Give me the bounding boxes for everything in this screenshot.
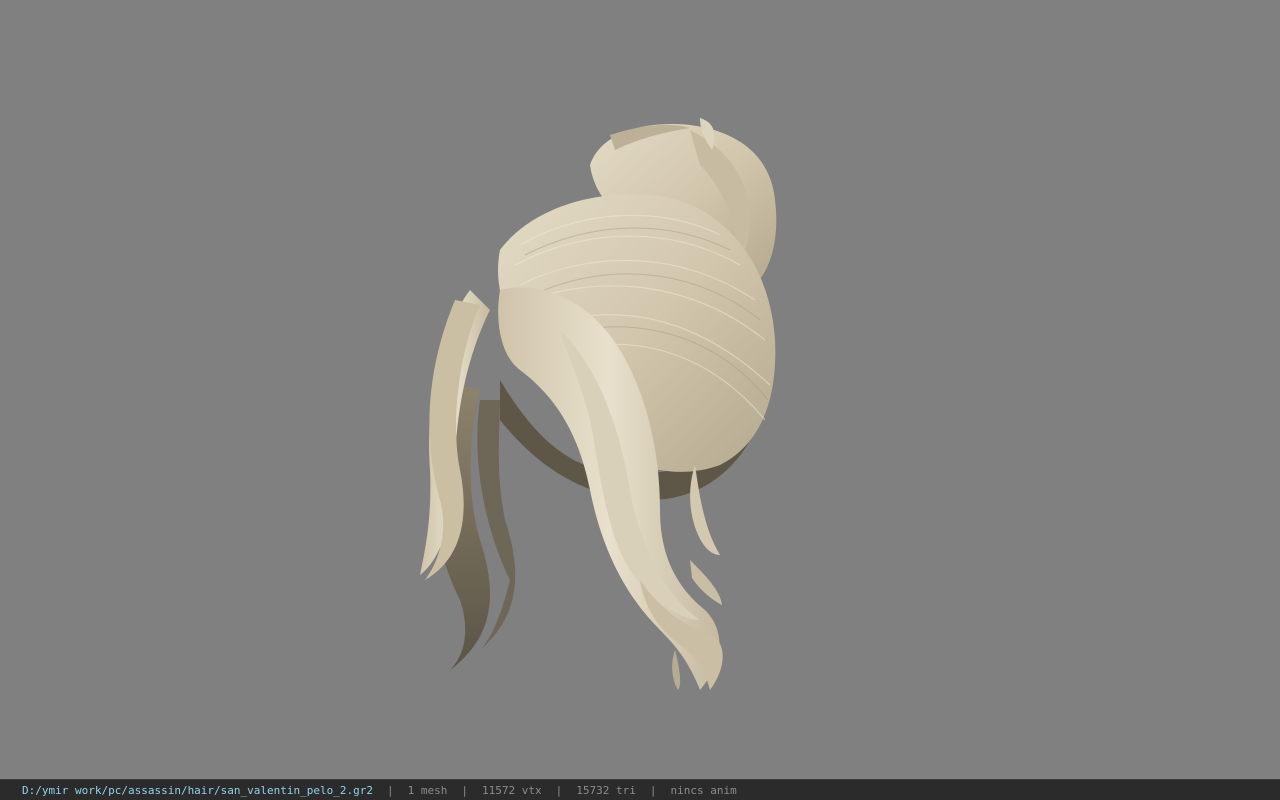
mesh-count: 1 mesh (407, 783, 448, 797)
hair-curl-tip (672, 650, 681, 690)
status-separator: | (461, 783, 468, 797)
hair-side-curl (690, 560, 722, 605)
vertex-count: 11572 vtx (482, 783, 542, 797)
triangle-count: 15732 tri (576, 783, 636, 797)
status-separator: | (387, 783, 394, 797)
status-bar: D:/ymir work/pc/assassin/hair/san_valent… (0, 779, 1280, 800)
animation-status: nincs anim (670, 783, 737, 797)
hair-model-render (420, 118, 777, 690)
3d-viewport[interactable] (0, 0, 1280, 779)
file-path: D:/ymir work/pc/assassin/hair/san_valent… (22, 783, 373, 797)
status-separator: | (649, 783, 657, 797)
status-separator: | (555, 783, 563, 797)
